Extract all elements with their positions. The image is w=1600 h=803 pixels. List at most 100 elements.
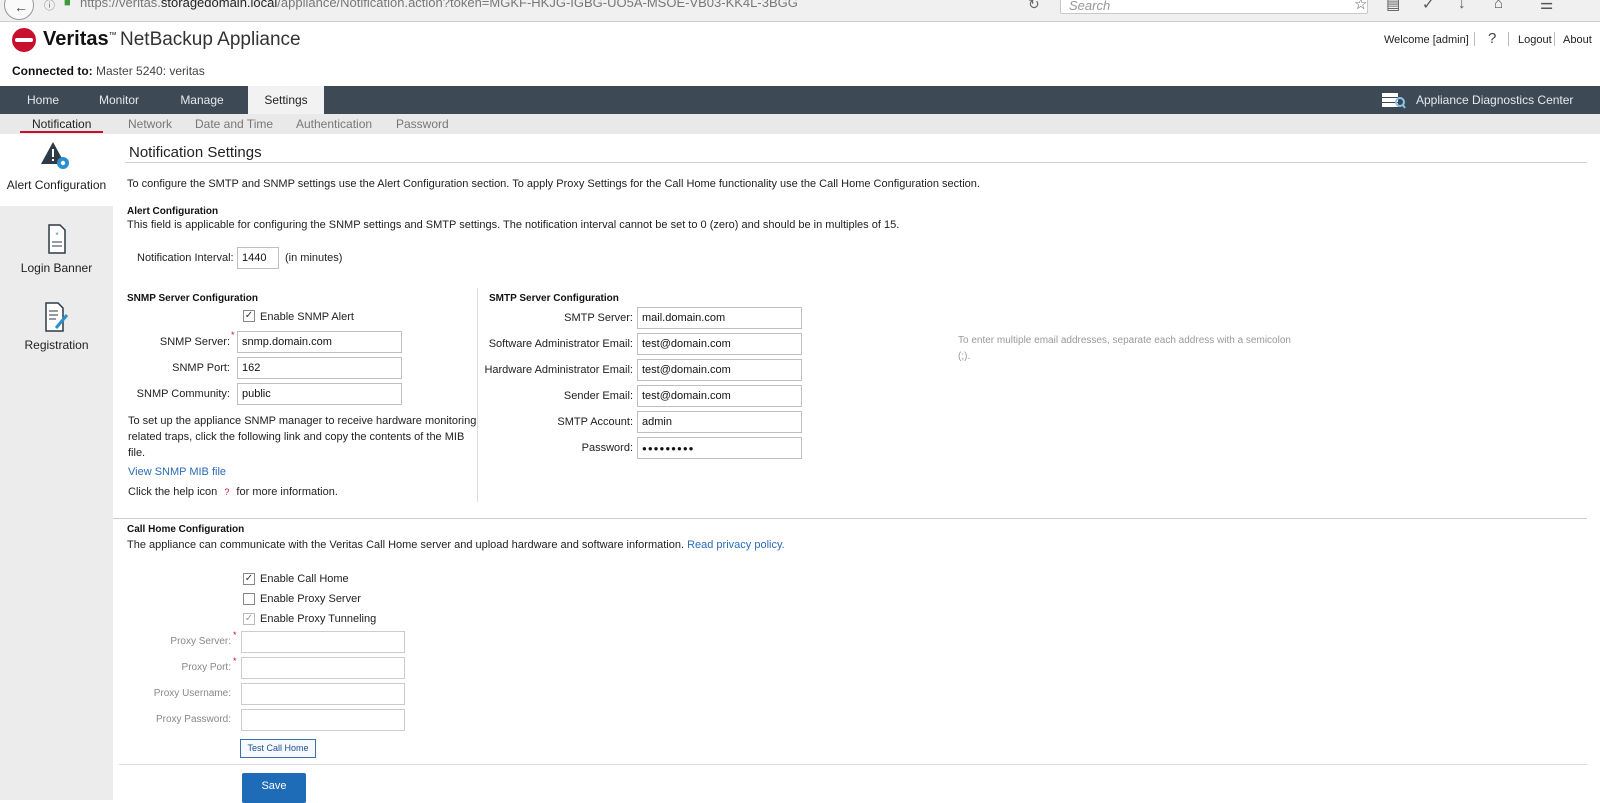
alert-config-heading: Alert Configuration [127, 206, 219, 217]
privacy-policy-link[interactable]: Read privacy policy. [687, 539, 785, 551]
smtp-password-input[interactable]: ●●●●●●●●● [637, 437, 802, 459]
required-marker: * [231, 330, 235, 340]
snmp-community-input[interactable]: public [237, 383, 402, 405]
help-hint-text: for more information. [236, 486, 338, 498]
hw-admin-email-input[interactable]: test@domain.com [637, 359, 802, 381]
snmp-port-input[interactable]: 162 [237, 357, 402, 379]
back-button[interactable]: ← [4, 0, 34, 20]
active-subtab-underline [20, 131, 103, 133]
interval-label: Notification Interval: [137, 252, 234, 264]
required-marker: * [233, 656, 237, 666]
smtp-heading: SMTP Server Configuration [489, 293, 619, 304]
sidebar-item-registration[interactable]: Registration [0, 292, 113, 364]
subtab-network[interactable]: Network [128, 117, 172, 131]
sidebar-item-label: Alert Configuration [6, 178, 107, 192]
snmp-server-label: SNMP Server: [159, 336, 230, 348]
smtp-account-label: SMTP Account: [557, 416, 633, 428]
proxy-password-label: Proxy Password: [155, 714, 231, 725]
section-divider [113, 518, 1587, 519]
enable-proxy-tunneling-label: Enable Proxy Tunneling [260, 613, 377, 625]
menu-icon[interactable]: ☰ [1540, 0, 1553, 13]
proxy-username-input[interactable] [241, 683, 405, 705]
column-divider [477, 288, 478, 502]
pocket-icon[interactable]: ✓ [1422, 0, 1435, 13]
enable-snmp-checkbox[interactable]: ✓ [243, 310, 255, 322]
help-icon-hint: Click the help icon ? for more informati… [128, 486, 338, 498]
tab-settings[interactable]: Settings [248, 86, 324, 114]
welcome-text: Welcome [admin] [1384, 34, 1469, 46]
help-icon[interactable]: ? [1488, 30, 1496, 47]
sidebar-item-label: Login Banner [20, 261, 93, 275]
test-call-home-button[interactable]: Test Call Home [240, 739, 316, 758]
edit-document-icon [45, 302, 69, 332]
subtab-notification[interactable]: Notification [32, 117, 91, 131]
tab-monitor[interactable]: Monitor [88, 86, 150, 114]
required-marker: * [233, 630, 237, 640]
snmp-help-line: file. [128, 447, 146, 459]
snmp-help-line: related traps, click the following link … [128, 431, 465, 443]
connection-status: Connected to: Master 5240: veritas [12, 64, 205, 78]
interval-unit: (in minutes) [285, 252, 343, 264]
snmp-heading: SNMP Server Configuration [127, 293, 258, 304]
enable-proxy-tunneling-checkbox[interactable]: ✓ [243, 613, 255, 625]
tab-home[interactable]: Home [14, 86, 72, 114]
subtab-password[interactable]: Password [396, 117, 449, 131]
help-hint-text: Click the help icon [128, 486, 218, 498]
diagnostics-center-link[interactable]: Appliance Diagnostics Center [1416, 90, 1573, 110]
hw-admin-email-label: Hardware Administrator Email: [484, 364, 633, 376]
header-divider [1554, 32, 1555, 46]
header-divider [1508, 32, 1509, 46]
subtab-date-and-time[interactable]: Date and Time [195, 117, 273, 131]
browser-toolbar: ← ⓘ ■ https://veritas.storagedomain.loca… [0, 0, 1600, 22]
browser-search-input[interactable]: Search [1060, 0, 1368, 14]
main-nav: Home Monitor Manage Settings Appliance D… [0, 86, 1600, 114]
reload-icon[interactable]: ↻ [1028, 0, 1040, 13]
document-icon: * [48, 224, 66, 254]
subtab-authentication[interactable]: Authentication [296, 117, 372, 131]
snmp-port-label: SNMP Port: [172, 362, 230, 374]
enable-proxy-server-checkbox[interactable] [243, 593, 255, 605]
email-hint-line: To enter multiple email addresses, separ… [958, 335, 1291, 346]
address-bar[interactable]: https://veritas.storagedomain.local/appl… [80, 0, 1028, 15]
logout-link[interactable]: Logout [1518, 34, 1552, 46]
bookmark-star-icon[interactable]: ☆ [1354, 0, 1367, 13]
proxy-port-label: Proxy Port: [181, 662, 231, 673]
snmp-server-input[interactable]: snmp.domain.com [237, 331, 402, 353]
sw-admin-email-input[interactable]: test@domain.com [637, 333, 802, 355]
smtp-server-input[interactable]: mail.domain.com [637, 307, 802, 329]
view-snmp-mib-link[interactable]: View SNMP MIB file [128, 466, 226, 478]
app-header: Veritas™ NetBackup Appliance Welcome [ad… [0, 22, 1600, 60]
diagnostics-icon[interactable] [1380, 91, 1406, 109]
smtp-account-input[interactable]: admin [637, 411, 802, 433]
sidebar-item-alert-configuration[interactable]: Alert Configuration [0, 134, 113, 206]
page-intro: To configure the SMTP and SNMP settings … [127, 178, 980, 190]
page-title: Notification Settings [129, 144, 262, 161]
snmp-community-label: SNMP Community: [136, 388, 230, 400]
veritas-logo-icon [12, 28, 36, 52]
download-icon[interactable]: ↓ [1458, 0, 1466, 12]
email-hint-line: (;). [958, 351, 971, 362]
enable-call-home-checkbox[interactable]: ✓ [243, 573, 255, 585]
proxy-port-input[interactable] [241, 657, 405, 679]
save-button[interactable]: Save [242, 773, 306, 803]
tab-manage[interactable]: Manage [166, 86, 238, 114]
info-icon[interactable]: ⓘ [44, 0, 55, 13]
callhome-heading: Call Home Configuration [127, 524, 245, 535]
about-link[interactable]: About [1563, 34, 1592, 46]
proxy-username-label: Proxy Username: [153, 688, 231, 699]
sender-email-input[interactable]: test@domain.com [637, 385, 802, 407]
header-divider [1474, 32, 1475, 46]
sidebar-item-login-banner[interactable]: * Login Banner [0, 214, 113, 286]
alert-config-description: This field is applicable for configuring… [127, 219, 900, 231]
alert-gear-icon [41, 142, 69, 169]
help-question-icon[interactable]: ? [224, 487, 229, 497]
reading-list-icon[interactable]: ▤ [1386, 0, 1400, 13]
snmp-help-line: To set up the appliance SNMP manager to … [128, 415, 477, 427]
sub-nav: Notification Network Date and Time Authe… [0, 114, 1600, 134]
notification-interval-input[interactable]: 1440 [237, 247, 279, 269]
proxy-password-input[interactable] [241, 709, 405, 731]
arrow-left-icon: ← [14, 0, 28, 15]
proxy-server-input[interactable] [241, 631, 405, 653]
home-icon[interactable]: ⌂ [1494, 0, 1503, 12]
sw-admin-email-label: Software Administrator Email: [488, 338, 633, 350]
